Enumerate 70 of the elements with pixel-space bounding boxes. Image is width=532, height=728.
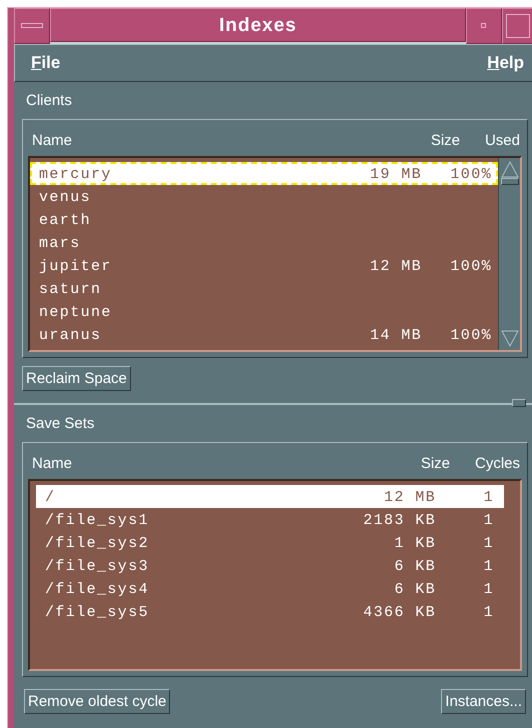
cycles-text: 1 [482,557,495,575]
pane-sash[interactable] [512,399,526,407]
column-header: Size [420,454,450,474]
scrollbar[interactable] [498,158,520,350]
cycles-text: 1 [482,534,495,552]
list-row[interactable]: uranus 14 MB 100% [30,323,498,346]
name-text: uranus [39,326,102,344]
scrollbar-thumb[interactable] [500,178,518,185]
list-row[interactable]: jupiter 12 MB 100% [30,254,498,277]
name-text: / [45,488,56,506]
size-text: 2183 KB [362,511,436,529]
list-row[interactable]: saturn [30,277,498,300]
action-button[interactable]: Instances... [441,689,526,714]
column-header: Name [32,130,74,150]
size-text: 6 KB [393,580,436,598]
minimize-button[interactable] [466,8,502,44]
name-text: mars [39,234,82,252]
size-text: 12 MB [368,257,422,275]
window-menu-icon [21,23,43,29]
maximize-icon [506,14,530,38]
size-text: 1 KB [393,534,436,552]
used-text: 100% [449,165,492,183]
size-text: 4366 KB [362,603,436,621]
menu-item[interactable]: Help [487,50,524,76]
column-header: Cycles [474,454,521,474]
used-text: 100% [449,257,492,275]
cycles-text: 1 [482,511,495,529]
section-label: Clients [25,91,73,111]
name-text: neptune [39,303,113,321]
name-text: /file_sys5 [45,603,150,621]
window-title: Indexes [50,8,466,42]
section-label: Save Sets [25,414,96,434]
size-text: 6 KB [393,557,436,575]
column-header: Name [32,454,74,474]
size-text: 12 MB [382,488,436,506]
list-row[interactable]: earth [30,208,498,231]
column-header: Used [484,130,521,150]
name-text: jupiter [39,257,113,275]
cycles-text: 1 [482,488,495,506]
list-row[interactable]: /file_sys2 1 KB 1 [36,531,504,554]
menu-item[interactable]: File [31,50,60,76]
cycles-text: 1 [482,580,495,598]
name-text: /file_sys3 [45,557,150,575]
name-text: mercury [39,165,113,183]
list-row[interactable]: mars [30,231,498,254]
name-text: earth [39,211,92,229]
list-row[interactable]: /file_sys3 6 KB 1 [36,554,504,577]
used-text: 100% [449,326,492,344]
list-row[interactable]: mercury 19 MB 100% [30,162,498,185]
list-row[interactable]: /file_sys4 6 KB 1 [36,577,504,600]
list-row[interactable]: neptune [30,300,498,323]
reclaim-button[interactable]: Reclaim Space [22,366,131,391]
name-text: /file_sys4 [45,580,150,598]
name-text: /file_sys2 [45,534,150,552]
list-row[interactable]: venus [30,185,498,208]
action-button[interactable]: Remove oldest cycle [24,689,170,714]
name-text: saturn [39,280,102,298]
list-row[interactable]: / 12 MB 1 [36,485,504,508]
size-text: 14 MB [368,326,422,344]
size-text: 19 MB [368,165,422,183]
list-row[interactable]: /file_sys1 2183 KB 1 [36,508,504,531]
cycles-text: 1 [482,603,495,621]
maximize-button[interactable] [502,8,532,44]
column-header: Size [430,130,460,150]
minimize-icon [481,23,487,29]
name-text: /file_sys1 [45,511,150,529]
list-row[interactable]: /file_sys5 4366 KB 1 [36,600,504,623]
scroll-down-icon[interactable] [500,330,518,348]
window-menu-button[interactable] [14,8,50,44]
name-text: venus [39,188,92,206]
